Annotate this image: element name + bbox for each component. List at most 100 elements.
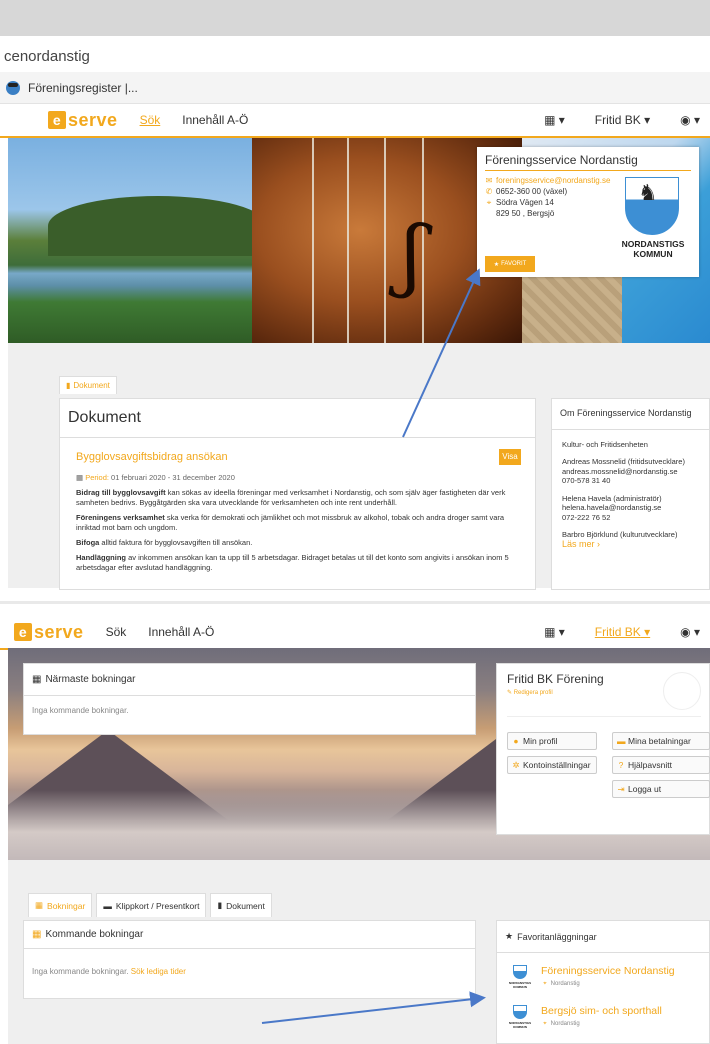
- browser-tab[interactable]: Föreningsregister |...: [0, 72, 710, 104]
- my-profile-label: Min profil: [523, 736, 558, 746]
- municipality-crest-icon: NORDANSTIGS KOMMUN: [507, 965, 533, 989]
- read-more-label: Läs mer: [562, 538, 595, 549]
- document-title-link[interactable]: Bygglovsavgiftsbidrag ansökan: [76, 451, 228, 463]
- calendar-icon: ▦: [32, 929, 42, 940]
- logo-letter: e: [48, 111, 66, 129]
- tab-documents[interactable]: ▮ Dokument: [59, 376, 117, 394]
- p3-text: alltid faktura för bygglovsavgiften till…: [99, 538, 253, 547]
- user-menu[interactable]: Fritid BK ▾: [595, 113, 650, 127]
- top-navbar-2: e serve Sök Innehåll A-Ö ▦ ▾ Fritid BK ▾ …: [0, 616, 710, 650]
- question-icon: ?: [618, 760, 624, 770]
- star-icon: ★: [505, 931, 514, 941]
- nearest-bookings-heading: Närmaste bokningar: [45, 674, 136, 685]
- user-menu-2[interactable]: Fritid BK ▾: [595, 625, 650, 639]
- favorite-button[interactable]: ★ FAVORIT: [485, 256, 535, 272]
- org-street: Södra Vägen 14: [496, 198, 554, 207]
- url-text: cenordanstig: [4, 48, 90, 65]
- nav-link-contents-2[interactable]: Innehåll A-Ö: [148, 625, 214, 639]
- calendar-icon: ▦: [32, 674, 42, 685]
- read-more-link[interactable]: Läs mer ›: [562, 539, 600, 549]
- user-menu-label: Fritid BK: [594, 113, 641, 127]
- nav-link-contents[interactable]: Innehåll A-Ö: [182, 113, 248, 127]
- profile-name: Fritid BK Förening: [507, 672, 604, 686]
- site-favicon-icon: [6, 80, 20, 95]
- upcoming-heading: Kommande bokningar: [45, 929, 144, 940]
- tab-docs[interactable]: ▮ Dokument: [210, 893, 272, 917]
- period-label: Period:: [85, 473, 109, 482]
- my-profile-button[interactable]: ● Min profil: [507, 732, 597, 750]
- p4-text: av inkommen ansökan kan ta upp till 5 ar…: [76, 553, 509, 572]
- tab-bookings[interactable]: ▦ Bokningar: [28, 893, 93, 917]
- search-free-times-link[interactable]: Sök lediga tider: [131, 967, 186, 976]
- edit-profile-link[interactable]: ✎ Redigera profil: [507, 689, 553, 696]
- tab-docs-label: Dokument: [226, 900, 265, 911]
- logout-button[interactable]: ⇥ Logga ut: [612, 780, 710, 798]
- favorite-item[interactable]: NORDANSTIGS KOMMUN Föreningsservice Nord…: [507, 965, 707, 1003]
- org-email-link[interactable]: foreningsservice@nordanstig.se: [496, 175, 610, 186]
- period-value: 01 februari 2020 - 31 december 2020: [111, 473, 235, 482]
- calendar-icon[interactable]: ▦ ▾: [544, 113, 565, 127]
- browser-top-bar: [0, 0, 710, 36]
- documents-heading: Dokument: [60, 399, 535, 438]
- p1-bold: Bidrag till bygglovsavgift: [76, 488, 166, 497]
- globe-icon[interactable]: ◉ ▾: [680, 113, 700, 127]
- logout-icon: ⇥: [617, 783, 625, 794]
- account-settings-label: Kontoinställningar: [523, 760, 591, 770]
- document-icon: ▮: [217, 900, 223, 910]
- logo-word-2: serve: [34, 621, 84, 642]
- url-bar[interactable]: cenordanstig: [0, 44, 710, 72]
- p4-bold: Handläggning: [76, 553, 126, 562]
- document-icon: ▮: [66, 381, 71, 390]
- upcoming-empty: Inga kommande bokningar.: [32, 967, 129, 976]
- globe-icon-2[interactable]: ◉ ▾: [680, 625, 700, 639]
- favorites-heading: Favoritanläggningar: [517, 931, 597, 942]
- user-icon: ●: [513, 736, 519, 746]
- municipality-crest-icon: ♞: [625, 177, 679, 235]
- star-icon: ★: [493, 261, 500, 268]
- document-description: ▦ Period: 01 februari 2020 - 31 december…: [76, 473, 526, 578]
- eserve-logo[interactable]: e serve: [48, 110, 118, 131]
- tab-bookings-label: Bokningar: [47, 900, 86, 911]
- p2-bold: Föreningens verksamhet: [76, 513, 165, 522]
- eserve-logo-2[interactable]: e serve: [14, 622, 84, 643]
- help-button[interactable]: ? Hjälpavsnitt: [612, 756, 710, 774]
- my-payments-button[interactable]: ▬ Mina betalningar: [612, 732, 710, 750]
- mini-crest-label: NORDANSTIGS KOMMUN: [508, 981, 532, 989]
- user-edit-icon: ✎: [507, 690, 513, 696]
- favorite-name[interactable]: Bergsjö sim- och sporthall: [541, 1005, 662, 1018]
- lake-photo: [8, 138, 268, 343]
- account-settings-button[interactable]: ✲ Kontoinställningar: [507, 756, 597, 774]
- chevron-right-icon: ›: [597, 538, 601, 549]
- calendar-icon: ▦: [35, 900, 44, 910]
- mini-crest-label: NORDANSTIGS KOMMUN: [508, 1021, 532, 1029]
- kommun-line1: NORDANSTIGS: [621, 239, 685, 249]
- calendar-icon-2[interactable]: ▦ ▾: [544, 625, 565, 639]
- nearest-bookings-panel: ▦ Närmaste bokningar Inga kommande boknin…: [23, 663, 476, 735]
- top-navbar: e serve Sök Innehåll A-Ö ▦ ▾ Fritid BK ▾ …: [0, 104, 710, 138]
- contact1-phone: 070-578 31 40: [562, 476, 611, 485]
- organization-info-card: Föreningsservice Nordanstig ✉ foreningsse…: [477, 147, 699, 277]
- nav-link-search[interactable]: Sök: [140, 113, 161, 127]
- municipality-crest-icon: NORDANSTIGS KOMMUN: [507, 1005, 533, 1029]
- organization-title: Föreningsservice Nordanstig: [485, 153, 691, 171]
- booking-tabs: ▦ Bokningar ▬ Klippkort / Presentkort ▮ Dok…: [28, 893, 276, 917]
- location-icon: ⌖: [543, 1021, 547, 1027]
- help-label: Hjälpavsnitt: [628, 760, 672, 770]
- location-icon: ⌖: [543, 981, 547, 987]
- tab-cards[interactable]: ▬ Klippkort / Presentkort: [96, 893, 207, 917]
- visa-button[interactable]: Visa: [499, 449, 521, 465]
- tab-label: Föreningsregister |...: [28, 80, 138, 95]
- contact2-mail: helena.havela@nordanstig.se: [562, 503, 662, 512]
- phone-icon: ✆: [485, 187, 493, 196]
- favorite-name[interactable]: Föreningsservice Nordanstig: [541, 965, 675, 978]
- documents-panel: Dokument Bygglovsavgiftsbidrag ansökan V…: [59, 398, 536, 590]
- about-heading: Om Föreningsservice Nordanstig: [552, 399, 709, 430]
- about-panel: Om Föreningsservice Nordanstig Kultur- o…: [551, 398, 710, 590]
- nav-link-search-2[interactable]: Sök: [106, 625, 127, 639]
- contact2-phone: 072-222 76 52: [562, 512, 611, 522]
- favorite-label: FAVORIT: [501, 261, 527, 267]
- location-icon: ⌖: [486, 198, 492, 207]
- gear-icon: ✲: [512, 759, 520, 770]
- favorite-item[interactable]: NORDANSTIGS KOMMUN Bergsjö sim- och spor…: [507, 1005, 707, 1043]
- contact1-name: Andreas Mossnelid (fritidsutvecklare): [562, 457, 685, 466]
